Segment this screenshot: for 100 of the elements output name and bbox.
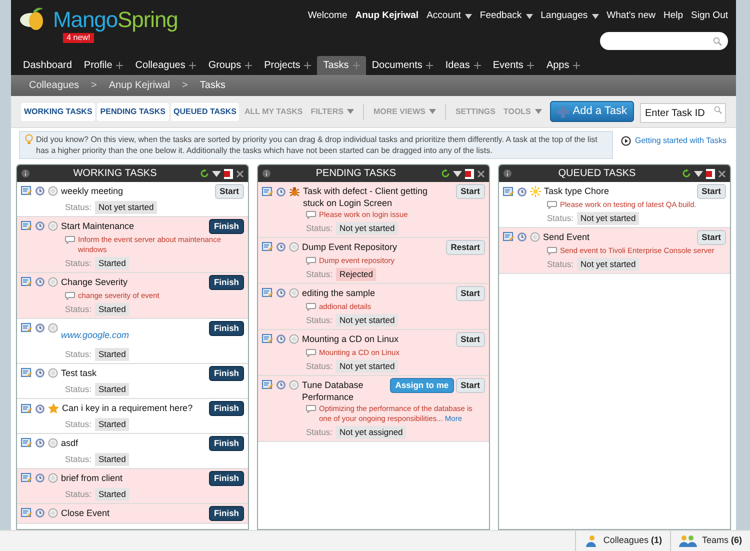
header-link[interactable]: Account [426,9,472,24]
clock-icon[interactable] [35,473,45,483]
finish-button[interactable]: Finish [208,321,244,336]
task-title[interactable]: editing the sample [302,287,451,299]
header-link[interactable]: Help [663,9,684,24]
clock-icon[interactable] [35,186,45,196]
edit-note-icon[interactable] [21,186,32,196]
edit-note-icon[interactable] [262,242,273,252]
clock-icon[interactable] [35,438,45,448]
pdf-icon[interactable] [224,168,233,178]
header-link[interactable]: What's new [606,9,656,24]
edit-note-icon[interactable] [21,221,32,231]
task-title[interactable]: Send Event [543,231,692,243]
clock-icon[interactable] [35,323,45,333]
clock-icon[interactable] [276,186,286,196]
task-title[interactable]: Start Maintenance [61,220,204,232]
task-id-field[interactable]: Enter Task ID [640,103,726,123]
nav-tab[interactable]: Profile [78,56,130,75]
finish-button[interactable]: Finish [208,366,244,381]
start-button[interactable]: Start [456,332,485,347]
task-title[interactable]: Task type Chore [544,185,692,197]
info-icon[interactable] [21,169,30,178]
view-tab[interactable]: QUEUED TASKS [170,102,240,120]
task-title[interactable]: Can i key in a requirement here? [62,402,204,414]
task-title[interactable]: brief from client [61,472,204,484]
breadcrumb-link[interactable]: Anup Kejriwal [108,78,170,93]
start-button[interactable]: Start [456,378,485,393]
refresh-icon[interactable] [682,169,691,178]
header-link[interactable]: Sign Out [691,9,728,24]
task-title[interactable]: Mounting a CD on Linux [302,333,451,345]
clock-icon[interactable] [276,380,286,390]
finish-button[interactable]: Finish [208,401,244,416]
task-title[interactable]: Close Event [61,507,204,519]
search-field[interactable] [600,32,728,50]
pdf-icon[interactable] [465,168,474,178]
task-row[interactable]: Test task Finish Status: Started [17,364,248,399]
nav-tab[interactable]: Ideas [439,56,487,75]
task-row[interactable]: Can i key in a requirement here? Finish Status: Started [17,399,248,434]
getting-started-link[interactable]: Getting started with Tasks [621,131,726,147]
clock-icon[interactable] [517,232,527,242]
edit-note-icon[interactable] [21,438,32,448]
clock-icon[interactable] [276,288,286,298]
info-icon[interactable] [503,169,512,178]
edit-note-icon[interactable] [21,508,32,518]
dropdown-icon[interactable] [694,170,703,176]
nav-tab[interactable]: Events [486,56,540,75]
edit-note-icon[interactable] [21,473,32,483]
start-button[interactable]: Start [456,184,485,199]
clock-icon[interactable] [35,508,45,518]
refresh-icon[interactable] [441,169,450,178]
nav-tab[interactable]: Tasks [317,56,366,75]
edit-note-icon[interactable] [21,404,32,414]
user-name[interactable]: Anup Kejriwal [355,9,419,24]
footer-item[interactable]: Colleagues (1) [575,531,670,551]
refresh-icon[interactable] [200,169,209,178]
edit-note-icon[interactable] [503,186,514,196]
close-icon[interactable] [236,170,244,178]
nav-tab[interactable]: Apps [540,56,586,75]
edit-note-icon[interactable] [262,186,273,196]
close-icon[interactable] [477,170,485,178]
task-title[interactable]: Change Severity [61,276,204,288]
edit-note-icon[interactable] [21,277,32,287]
finish-button[interactable]: Finish [208,275,244,290]
clock-icon[interactable] [276,334,286,344]
pdf-icon[interactable] [706,168,715,178]
nav-tab[interactable]: Groups [202,56,258,75]
new-badge[interactable]: 4 new! [62,33,94,43]
nav-tab[interactable]: Projects [258,56,318,75]
start-button[interactable]: Start [456,286,485,301]
finish-button[interactable]: Finish [208,471,244,486]
clock-icon[interactable] [35,368,45,378]
edit-note-icon[interactable] [21,323,32,333]
clock-icon[interactable] [35,404,45,414]
edit-note-icon[interactable] [262,380,273,390]
header-link[interactable]: Welcome [308,9,348,24]
finish-button[interactable]: Finish [208,219,244,234]
task-row[interactable]: Close Event Finish [17,504,248,524]
task-title[interactable]: Test task [61,367,204,379]
finish-button[interactable]: Finish [208,506,244,521]
clock-icon[interactable] [35,277,45,287]
clock-icon[interactable] [35,221,45,231]
view-tab[interactable]: WORKING TASKS [21,102,96,120]
task-row[interactable]: www.google.com Finish Status: Started [17,319,248,364]
finish-button[interactable]: Finish [208,436,244,451]
task-link[interactable]: www.google.com [61,330,130,340]
task-title[interactable]: Task with defect - Client getting stuck on Login Screen [303,185,451,209]
nav-tab[interactable]: Documents [366,56,440,75]
task-row[interactable]: brief from client Finish Status: Started [17,469,248,504]
add-task-button[interactable]: Add a Task [550,101,634,122]
edit-note-icon[interactable] [503,232,514,242]
nav-tab[interactable]: Colleagues [129,56,202,75]
edit-note-icon[interactable] [262,288,273,298]
header-link[interactable]: Languages [540,9,599,24]
task-title[interactable]: Dump Event Repository [302,241,441,253]
task-title[interactable]: Tune Database Performance [302,379,386,403]
dropdown-icon[interactable] [212,170,221,176]
header-link[interactable]: Feedback [480,9,533,24]
start-button[interactable]: Start [696,230,726,245]
info-icon[interactable] [262,169,271,178]
start-button[interactable]: Start [214,184,244,199]
